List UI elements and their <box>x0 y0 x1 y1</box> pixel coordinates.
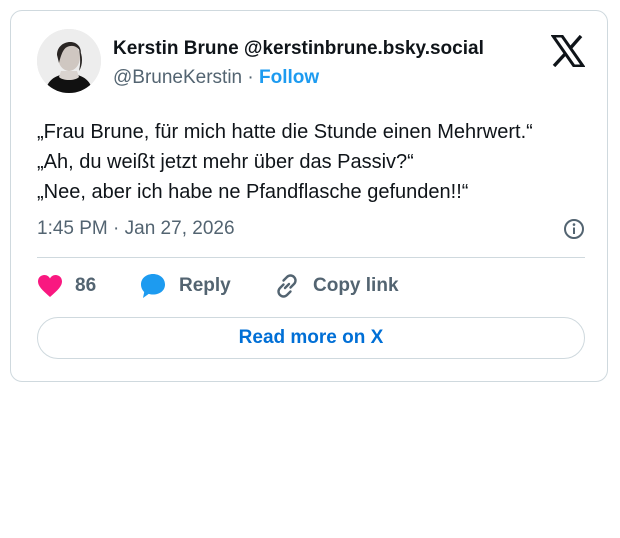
like-count: 86 <box>75 275 97 296</box>
heart-icon <box>38 275 62 297</box>
speech-bubble-icon <box>141 274 165 298</box>
copy-link-label: Copy link <box>313 275 399 296</box>
copy-link-button[interactable]: Copy link <box>273 271 399 301</box>
author-display-name[interactable]: Kerstin Brune @kerstinbrune.bsky.social <box>113 37 537 61</box>
reply-label: Reply <box>179 275 231 296</box>
tweet-card: Kerstin Brune @kerstinbrune.bsky.social … <box>10 10 608 382</box>
avatar-photo-icon <box>37 29 101 93</box>
info-icon[interactable] <box>563 218 585 240</box>
handle-separator: · <box>242 67 260 88</box>
like-button[interactable]: 86 <box>37 271 96 301</box>
x-logo-icon[interactable] <box>550 34 586 68</box>
tweet-actions: 86 Reply Copy link <box>37 271 585 301</box>
tweet-line: „Nee, aber ich habe ne Pfandflasche gefu… <box>37 181 469 203</box>
tweet-meta: 1:45 PM · Jan 27, 2026 <box>37 215 585 243</box>
tweet-text: „Frau Brune, für mich hatte die Stunde e… <box>37 117 597 207</box>
tweet-line: „Ah, du weißt jetzt mehr über das Passiv… <box>37 151 414 173</box>
author-info: Kerstin Brune @kerstinbrune.bsky.social … <box>113 37 537 90</box>
author-handle[interactable]: @BruneKerstin <box>113 67 242 88</box>
read-more-button[interactable]: Read more on X <box>37 317 585 359</box>
divider <box>37 257 585 258</box>
follow-button[interactable]: Follow <box>259 67 319 88</box>
tweet-line: „Frau Brune, für mich hatte die Stunde e… <box>37 121 533 143</box>
avatar[interactable] <box>37 29 101 93</box>
tweet-header: Kerstin Brune @kerstinbrune.bsky.social … <box>37 29 586 101</box>
tweet-timestamp[interactable]: 1:45 PM · Jan 27, 2026 <box>37 218 235 239</box>
handle-row: @BruneKerstin · Follow <box>113 66 537 90</box>
reply-button[interactable]: Reply <box>139 271 231 301</box>
link-icon <box>277 274 297 298</box>
